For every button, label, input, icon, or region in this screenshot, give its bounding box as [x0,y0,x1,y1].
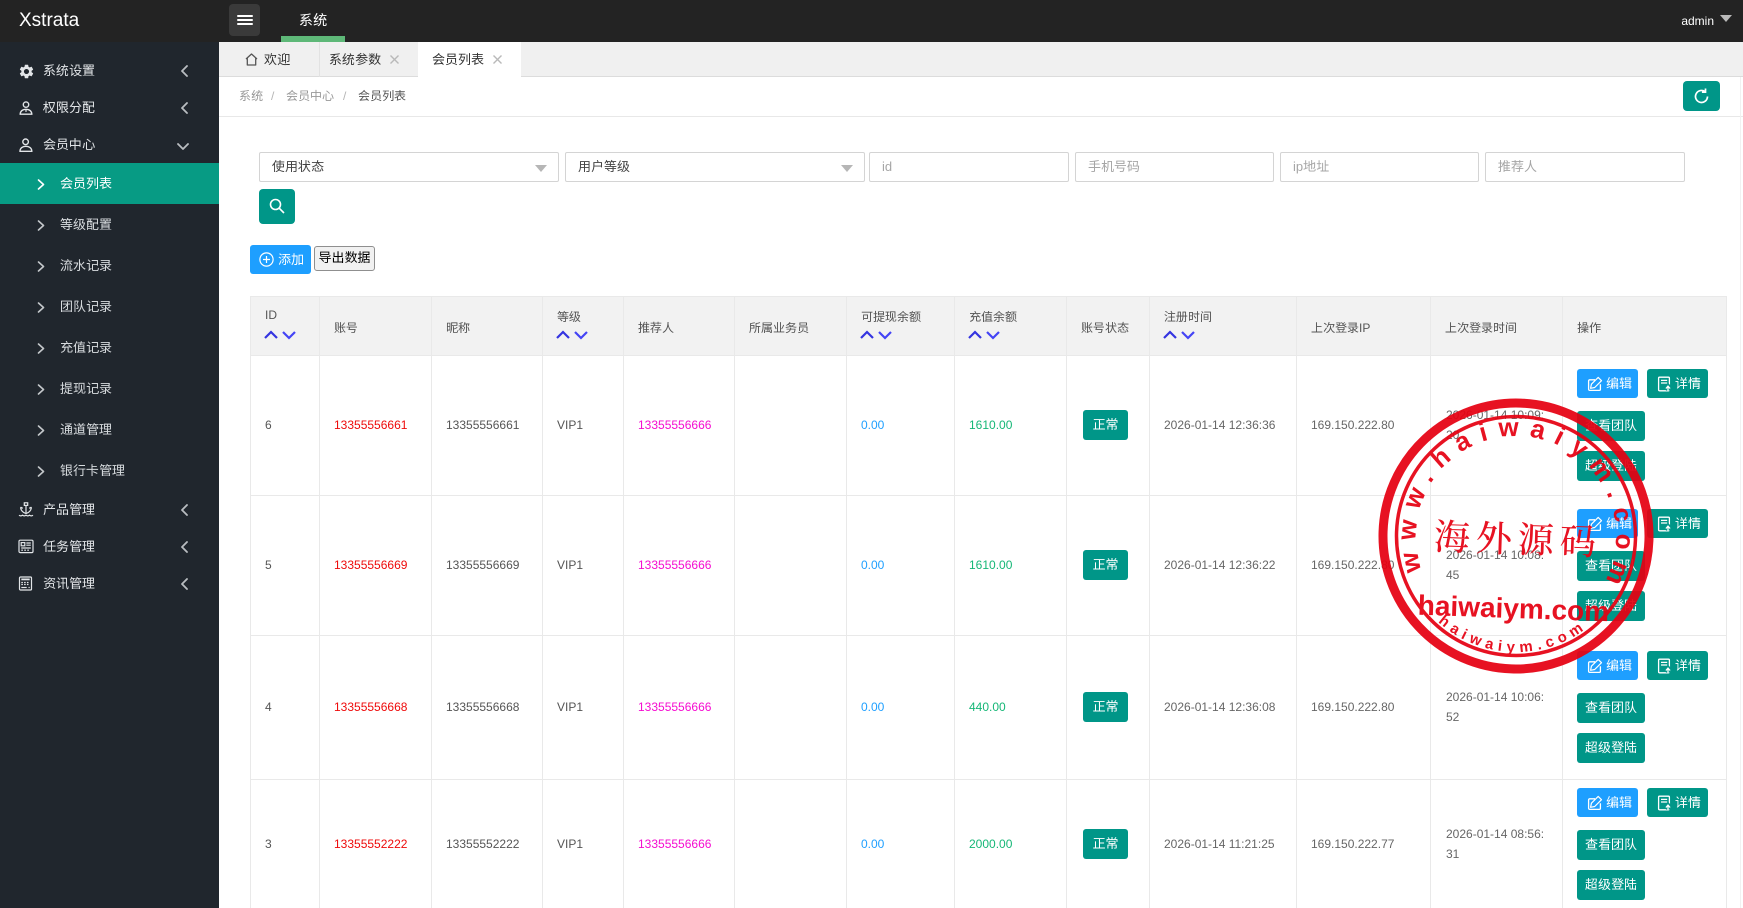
svg-text:海外源码: 海外源码 [1433,509,1603,566]
svg-text:www.haiwaiym.com: www.haiwaiym.com [1387,399,1652,602]
